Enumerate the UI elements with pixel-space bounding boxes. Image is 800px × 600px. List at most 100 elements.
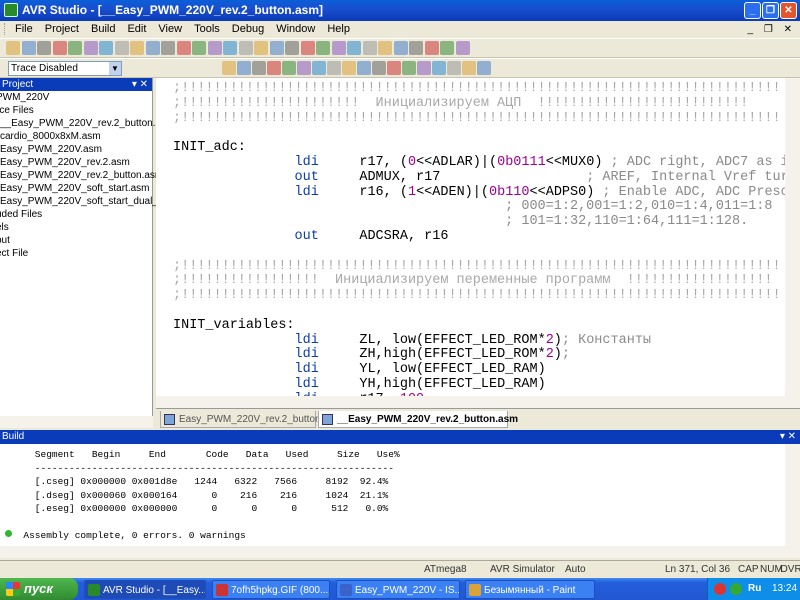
close-icon[interactable]: ▾ ✕ (132, 78, 148, 91)
toolbar-button-icon[interactable] (393, 41, 408, 55)
toolbar-button-icon[interactable] (409, 41, 423, 55)
toolbar-button-icon[interactable] (130, 41, 144, 55)
project-tree-item[interactable]: PWM_220V (0, 91, 152, 104)
toolbar-button-icon[interactable] (6, 41, 20, 55)
toolbar-button-icon[interactable] (387, 61, 401, 75)
document-tab[interactable]: Easy_PWM_220V_rev.2_button.asm (160, 411, 342, 428)
project-tree-item[interactable]: Easy_PWM_220V_rev.2.asm (0, 156, 152, 169)
document-tab[interactable]: __Easy_PWM_220V_rev.2_button.asm (318, 411, 518, 428)
antivirus-icon[interactable] (730, 583, 742, 595)
menu-tools[interactable]: Tools (188, 21, 226, 38)
toolbar-button-icon[interactable] (462, 61, 476, 75)
toolbar-button-icon[interactable] (254, 41, 268, 55)
toolbar-button-icon[interactable] (68, 41, 82, 55)
toolbar-button-icon[interactable] (417, 61, 431, 75)
toolbar-button-icon[interactable] (378, 41, 392, 55)
toolbar-button-icon[interactable] (285, 41, 299, 55)
toolbar-button-icon[interactable] (327, 61, 341, 75)
project-tree-item[interactable]: put (0, 234, 152, 247)
toolbar-button-icon[interactable] (362, 41, 377, 55)
toolbar-button-icon[interactable] (372, 61, 386, 75)
taskbar-task[interactable]: AVR Studio - [__Easy... (84, 580, 206, 599)
toolbar-button-icon[interactable] (357, 61, 371, 75)
code-token: ldi (294, 184, 319, 200)
menu-edit[interactable]: Edit (121, 21, 152, 38)
toolbar-button-icon[interactable] (37, 41, 51, 55)
toolbar-button-icon[interactable] (267, 61, 281, 75)
toolbar-button-icon[interactable] (402, 61, 416, 75)
project-tree-item[interactable]: cardio_8000x8xM.asm (0, 130, 152, 143)
toolbar-button-icon[interactable] (477, 61, 491, 75)
toolbar-button-icon[interactable] (455, 41, 470, 55)
toolbar-button-icon[interactable] (99, 41, 113, 55)
toolbar-button-icon[interactable] (342, 61, 356, 75)
toolbar-button-icon[interactable] (297, 61, 311, 75)
taskbar-task-label: AVR Studio - [__Easy... (103, 585, 206, 596)
taskbar-task[interactable]: Безымянный - Paint (465, 580, 595, 599)
editor-horizontal-scrollbar[interactable] (156, 396, 800, 408)
toolbar-button-icon[interactable] (161, 41, 175, 55)
project-tree-item[interactable]: Easy_PWM_220V_soft_start_dual_chan (0, 195, 180, 208)
menu-build[interactable]: Build (85, 21, 121, 38)
toolbar-button-icon[interactable] (222, 61, 236, 75)
project-tree-item[interactable]: uded Files (0, 208, 152, 221)
close-button[interactable]: ✕ (780, 2, 797, 19)
project-horizontal-scrollbar[interactable] (0, 416, 153, 428)
status-bar: ATmega8 AVR Simulator Auto Ln 371, Col 3… (0, 560, 800, 578)
toolbar-button-icon[interactable] (312, 61, 326, 75)
network-icon[interactable] (714, 583, 726, 595)
project-tree-item[interactable]: els (0, 221, 152, 234)
taskbar-task[interactable]: 7ofh5hpkg.GIF (800... (212, 580, 330, 599)
toolbar-button-icon[interactable] (114, 41, 129, 55)
build-horizontal-scrollbar[interactable] (0, 546, 800, 558)
toolbar-button-icon[interactable] (237, 61, 251, 75)
menu-project[interactable]: Project (39, 21, 85, 38)
project-tree-item[interactable]: ect File (0, 247, 152, 260)
toolbar-button-icon[interactable] (21, 41, 36, 55)
code-token: << (416, 155, 433, 170)
project-tree-item[interactable]: Easy_PWM_220V.asm (0, 143, 152, 156)
menu-file[interactable]: File (9, 21, 39, 38)
build-vertical-scrollbar[interactable] (785, 444, 800, 546)
toolbar-button-icon[interactable] (252, 61, 266, 75)
editor-vertical-scrollbar[interactable] (785, 78, 800, 396)
project-tree-item[interactable]: rce Files (0, 104, 152, 117)
toolbar-button-icon[interactable] (269, 41, 284, 55)
toolbar-button-icon[interactable] (347, 41, 361, 55)
start-button[interactable]: пуск (0, 578, 78, 600)
toolbar-button-icon[interactable] (331, 41, 346, 55)
toolbar-button-icon[interactable] (300, 41, 315, 55)
mdi-controls[interactable]: _ ❐ ✕ (748, 21, 796, 38)
menu-debug[interactable]: Debug (226, 21, 270, 38)
toolbar-button-icon[interactable] (432, 61, 446, 75)
menu-view[interactable]: View (152, 21, 188, 38)
toolbar-button-icon[interactable] (447, 61, 461, 75)
chevron-down-icon[interactable]: ▼ (109, 62, 121, 75)
toolbar-button-icon[interactable] (192, 41, 206, 55)
toolbar-button-icon[interactable] (223, 41, 237, 55)
toolbar-button-icon[interactable] (207, 41, 222, 55)
project-tree-item[interactable]: Easy_PWM_220V_soft_start.asm (0, 182, 152, 195)
project-tree-item[interactable]: Easy_PWM_220V_rev.2_button.asm (0, 169, 163, 182)
toolbar-button-icon[interactable] (282, 61, 296, 75)
language-indicator[interactable]: Ru (748, 578, 761, 600)
toolbar-button-icon[interactable] (52, 41, 67, 55)
project-tree-item[interactable]: __Easy_PWM_220V_rev.2_button.asm (0, 117, 174, 130)
toolbar-button-icon[interactable] (238, 41, 253, 55)
toolbar-button-icon[interactable] (176, 41, 191, 55)
toolbar-button-icon[interactable] (424, 41, 439, 55)
code-token: r16, ( (318, 184, 408, 200)
taskbar-task[interactable]: Easy_PWM_220V - IS... (336, 580, 460, 599)
menu-window[interactable]: Window (270, 21, 321, 38)
maximize-button[interactable]: ❐ (762, 2, 779, 19)
trace-select[interactable]: Trace Disabled ▼ (8, 61, 122, 76)
close-icon[interactable]: ▾ ✕ (780, 430, 796, 444)
minimize-button[interactable]: _ (744, 2, 761, 19)
toolbar-button-icon[interactable] (316, 41, 330, 55)
code-editor[interactable]: ;!!!!!!!!!!!!!!!!!!!!!!!!!!!!!!!!!!!!!!!… (156, 78, 785, 396)
toolbar-button-icon[interactable] (440, 41, 454, 55)
toolbar-button-icon[interactable] (145, 41, 160, 55)
code-token: out (294, 169, 319, 185)
menu-help[interactable]: Help (321, 21, 356, 38)
toolbar-button-icon[interactable] (83, 41, 98, 55)
